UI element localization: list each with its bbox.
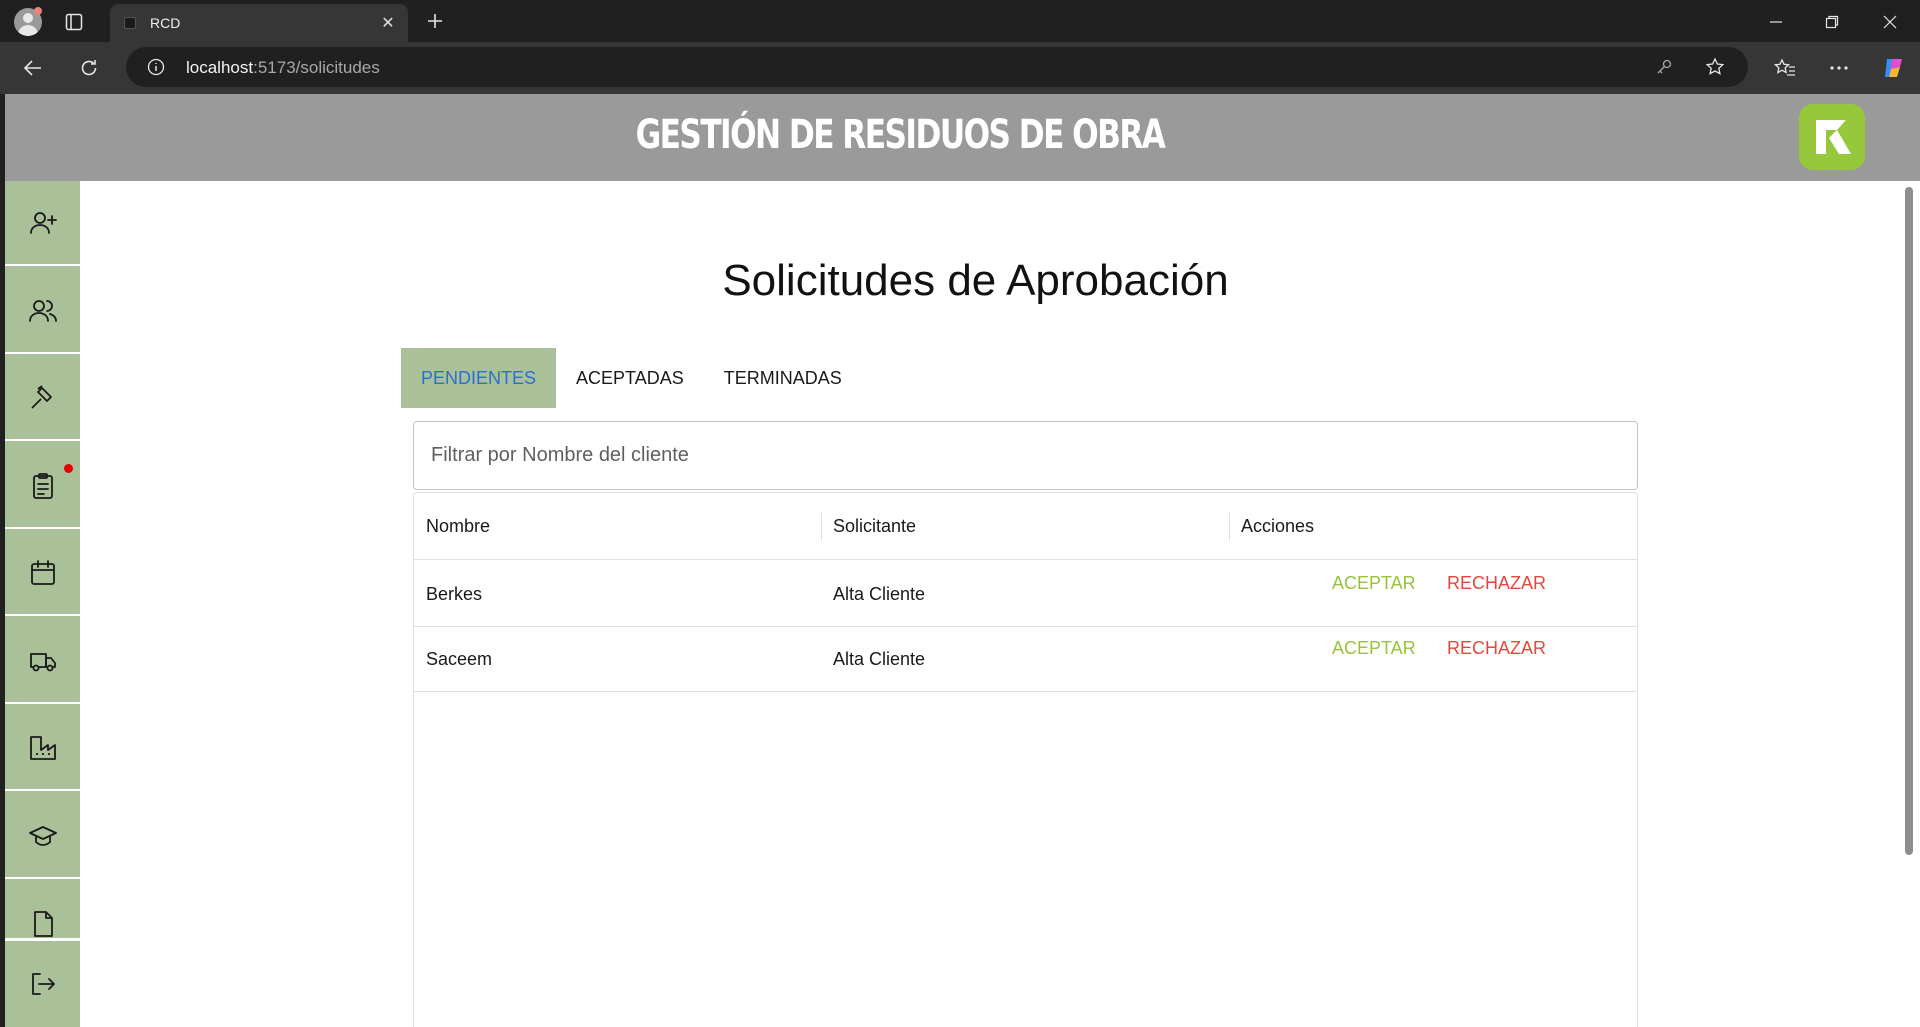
column-separator[interactable] [821, 513, 822, 541]
cell-solicitante: Alta Cliente [833, 583, 926, 604]
client-name-filter-input[interactable] [413, 421, 1638, 490]
reload-icon[interactable] [76, 55, 102, 81]
tab-pendientes[interactable]: PENDIENTES [401, 348, 557, 408]
browser-tab[interactable]: RCD ✕ [110, 4, 408, 42]
new-tab-icon[interactable] [422, 8, 448, 34]
favorites-icon[interactable] [1772, 55, 1798, 81]
page-title: Solicitudes de Aprobación [722, 256, 1229, 305]
app-viewport: GESTIÓN DE RESIDUOS DE OBRA Solicitudes … [5, 94, 1920, 1027]
app-logo [1799, 104, 1865, 170]
favorite-star-icon[interactable] [1704, 56, 1726, 78]
browser-toolbar: localhost:5173/solicitudes [0, 42, 1920, 94]
sidebar [5, 181, 80, 1027]
factory-icon [29, 735, 56, 760]
cell-solicitante: Alta Cliente [833, 648, 926, 669]
browser-titlebar: RCD ✕ [0, 0, 1920, 42]
add-user-icon [29, 211, 57, 234]
tab-aceptadas[interactable]: ACEPTADAS [556, 348, 704, 408]
key-icon[interactable] [1654, 57, 1674, 77]
sidebar-item-calendar[interactable] [5, 531, 80, 616]
url-path: :5173/solicitudes [253, 58, 380, 77]
requests-table: Nombre Solicitante Acciones Berkes Alta … [413, 492, 1638, 1027]
url-text: localhost:5173/solicitudes [186, 58, 380, 78]
table-row[interactable]: Berkes Alta Cliente ACEPTAR RECHAZAR [414, 561, 1637, 627]
sidebar-item-logout[interactable] [5, 938, 80, 1027]
truck-icon [29, 652, 56, 671]
minimize-icon[interactable] [1764, 10, 1788, 34]
calendar-icon [30, 559, 55, 585]
restore-icon[interactable] [1820, 10, 1844, 34]
app-header: GESTIÓN DE RESIDUOS DE OBRA [5, 94, 1920, 181]
address-bar[interactable]: localhost:5173/solicitudes [126, 47, 1748, 87]
profile-notification-dot [34, 7, 42, 15]
notification-badge [64, 464, 73, 473]
document-icon [33, 911, 53, 937]
column-header-nombre[interactable]: Nombre [426, 493, 490, 560]
graduation-cap-icon [28, 825, 57, 846]
tab-actions-icon[interactable] [62, 10, 86, 34]
accept-button[interactable]: ACEPTAR [1332, 638, 1416, 659]
scrollbar-thumb[interactable] [1905, 187, 1913, 855]
tab-favicon-icon [124, 17, 136, 29]
cell-nombre: Berkes [426, 583, 483, 604]
sidebar-item-training[interactable] [5, 794, 80, 879]
sidebar-item-add-user[interactable] [5, 181, 80, 266]
copilot-icon[interactable] [1880, 54, 1908, 82]
more-options-icon[interactable] [1826, 55, 1852, 81]
column-separator[interactable] [1229, 513, 1230, 541]
reject-button[interactable]: RECHAZAR [1447, 638, 1546, 659]
reject-button[interactable]: RECHAZAR [1447, 573, 1546, 594]
table-header: Nombre Solicitante Acciones [414, 493, 1637, 560]
status-tabs: PENDIENTES ACEPTADAS TERMINADAS [401, 348, 862, 408]
hammer-icon [30, 384, 52, 409]
close-window-icon[interactable] [1878, 10, 1902, 34]
sidebar-item-documents[interactable] [5, 881, 80, 941]
tab-title: RCD [150, 15, 181, 31]
sidebar-item-trucks[interactable] [5, 619, 80, 704]
sidebar-item-tools[interactable] [5, 356, 80, 441]
clipboard-icon [32, 472, 53, 499]
sidebar-item-plants[interactable] [5, 706, 80, 791]
column-header-solicitante[interactable]: Solicitante [833, 493, 916, 560]
site-info-icon[interactable] [146, 57, 166, 77]
close-tab-icon[interactable]: ✕ [378, 13, 398, 33]
column-header-acciones[interactable]: Acciones [1241, 493, 1314, 560]
logout-icon [31, 972, 55, 995]
table-row[interactable]: Saceem Alta Cliente ACEPTAR RECHAZAR [414, 626, 1637, 692]
app-header-title: GESTIÓN DE RESIDUOS DE OBRA [635, 112, 1166, 158]
sidebar-item-requests[interactable] [5, 444, 80, 529]
page-scrollbar[interactable] [1902, 181, 1915, 1027]
accept-button[interactable]: ACEPTAR [1332, 573, 1416, 594]
tab-terminadas[interactable]: TERMINADAS [704, 348, 862, 408]
back-icon[interactable] [20, 55, 46, 81]
cell-nombre: Saceem [426, 648, 493, 669]
url-host: localhost [186, 58, 254, 77]
